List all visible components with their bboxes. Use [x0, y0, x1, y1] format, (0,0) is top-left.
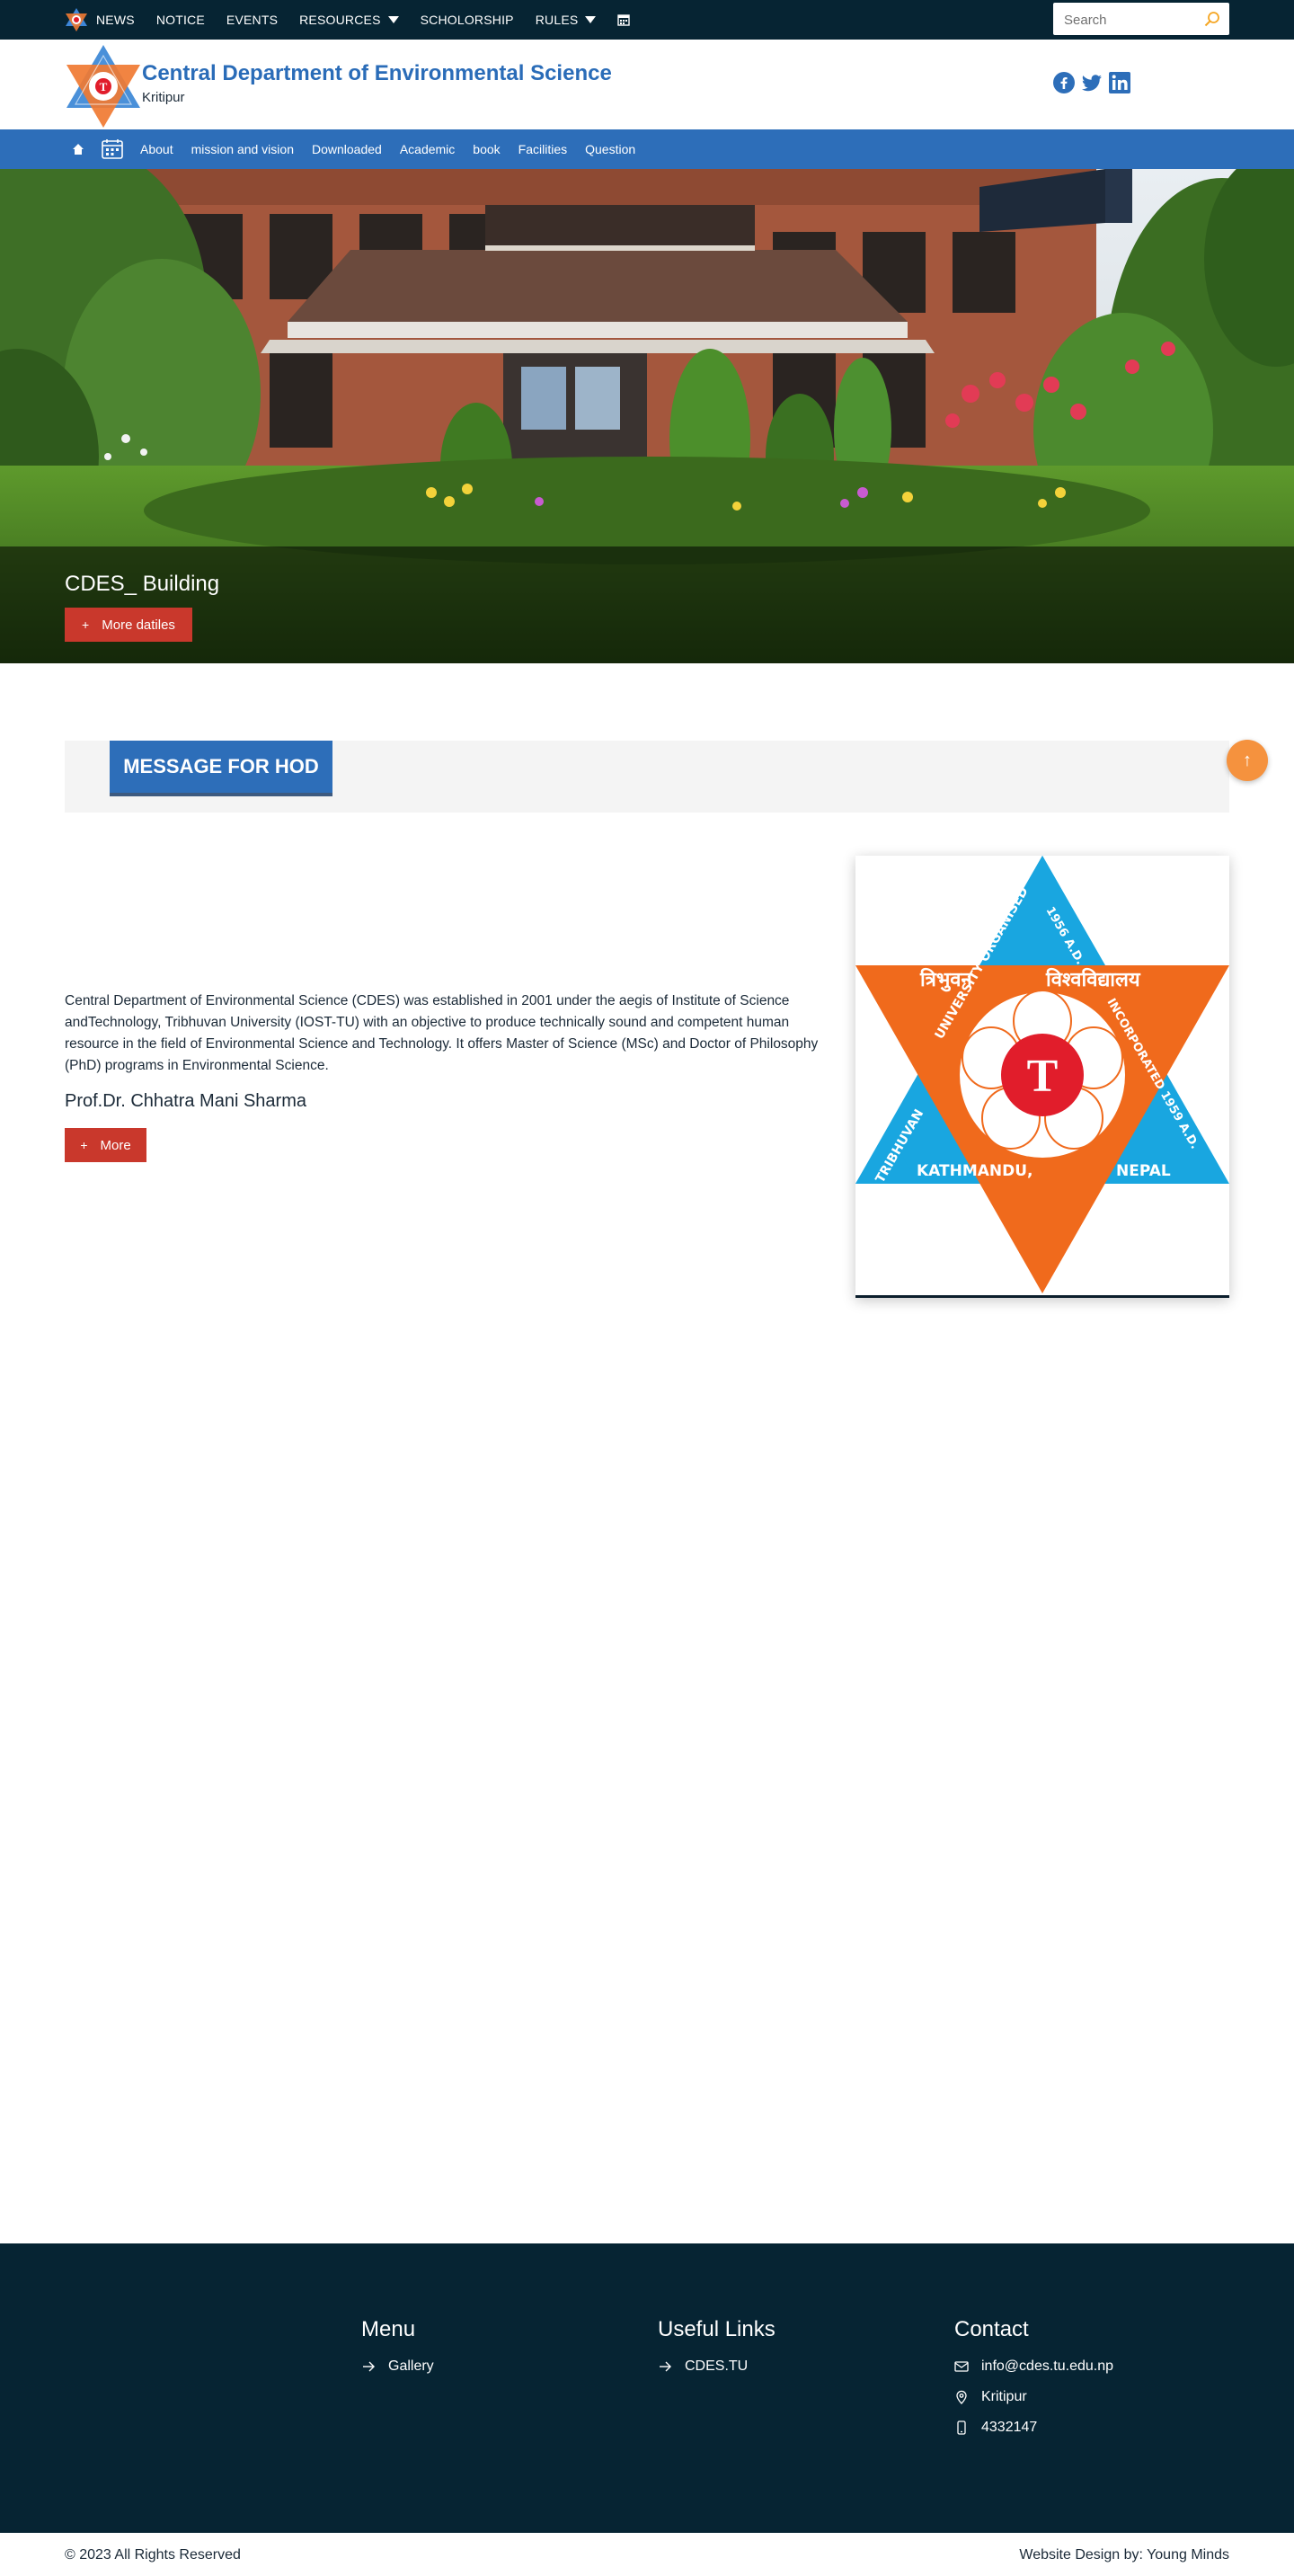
site-title[interactable]: Central Department of Environmental Scie… [142, 61, 612, 86]
main-nav: About mission and vision Downloaded Acad… [0, 129, 1294, 169]
calendar-icon [617, 14, 631, 26]
nav-book[interactable]: book [473, 142, 500, 156]
emblem-text: NEPAL [1116, 1162, 1171, 1180]
section-heading: MESSAGE FOR HOD [110, 741, 332, 796]
top-nav-resources[interactable]: RESOURCES [299, 13, 399, 27]
top-bar: NEWS NOTICE EVENTS RESOURCES SCHOLORSHIP… [0, 0, 1294, 40]
university-logo-icon[interactable] [65, 7, 88, 32]
svg-text:T: T [100, 80, 108, 93]
caret-down-icon [387, 16, 399, 23]
hod-message: Central Department of Environmental Scie… [65, 993, 819, 1073]
emblem-text: KATHMANDU, [917, 1162, 1033, 1180]
contact-email[interactable]: info@cdes.tu.edu.np [954, 2358, 1113, 2375]
arrow-up-icon: ↑ [1243, 750, 1252, 770]
hero-caption-title: CDES_ Building [65, 572, 220, 596]
more-details-label: More datiles [102, 617, 175, 633]
footer-menu: Menu Gallery [361, 2317, 434, 2375]
back-to-top-button[interactable]: ↑ [1227, 740, 1268, 781]
site-footer: Menu Gallery Useful Links CDES.TU Contac… [0, 2243, 1294, 2533]
site-header: T Central Department of Environmental Sc… [0, 40, 1294, 129]
top-nav-rules[interactable]: RULES [536, 13, 597, 27]
university-logo[interactable]: T [65, 43, 142, 129]
contact-phone-text: 4332147 [981, 2420, 1038, 2435]
twitter-icon[interactable] [1081, 72, 1103, 93]
footer-link-cdes-tu[interactable]: CDES.TU [658, 2358, 776, 2375]
facebook-icon[interactable] [1053, 72, 1075, 93]
footer-link-gallery[interactable]: Gallery [361, 2358, 434, 2375]
search-box [1053, 3, 1229, 37]
svg-text:T: T [1027, 1051, 1059, 1102]
hero-slider: CDES_ Building + More datiles [0, 169, 1294, 663]
footer-links-title: Useful Links [658, 2317, 776, 2341]
footer-contact: Contact info@cdes.tu.edu.np Kritipur 433… [954, 2317, 1113, 2436]
top-nav-calendar[interactable] [617, 13, 631, 26]
site-subtitle: Kritipur [142, 90, 185, 105]
home-icon[interactable] [72, 143, 84, 155]
tribhuvan-university-emblem: T त्रिभुवन विश्वविद्यालय UNIVERSITY ORGA… [855, 856, 1229, 1293]
footer-contact-title: Contact [954, 2317, 1029, 2341]
top-nav-scholorship[interactable]: SCHOLORSHIP [421, 13, 514, 27]
bottom-bar: © 2023 All Rights Reserved Website Desig… [0, 2533, 1294, 2576]
nav-downloaded[interactable]: Downloaded [312, 142, 382, 156]
footer-link-label: Gallery [388, 2358, 434, 2374]
top-nav-events[interactable]: EVENTS [226, 13, 278, 27]
search-icon[interactable] [1204, 11, 1220, 27]
university-emblem-card: T त्रिभुवन विश्वविद्यालय UNIVERSITY ORGA… [855, 856, 1229, 1298]
plus-icon: + [82, 617, 90, 632]
top-nav-label: RULES [535, 13, 579, 27]
caret-down-icon [585, 16, 597, 23]
top-nav-label: NEWS [96, 13, 135, 27]
top-nav-label: NOTICE [155, 13, 205, 27]
emblem-text: विश्वविद्यालय [1045, 967, 1141, 991]
footer-menu-title: Menu [361, 2317, 416, 2341]
envelope-icon [954, 2361, 969, 2372]
contact-email-text: info@cdes.tu.edu.np [981, 2358, 1114, 2374]
hod-name: Prof.Dr. Chhatra Mani Sharma [65, 1091, 306, 1111]
nav-mission-and-vision[interactable]: mission and vision [191, 142, 294, 156]
more-button-label: More [100, 1137, 131, 1153]
nav-question[interactable]: Question [585, 142, 635, 156]
top-nav-label: SCHOLORSHIP [420, 13, 514, 27]
social-links [1053, 72, 1137, 93]
hero-caption: CDES_ Building + More datiles [0, 546, 1294, 663]
nav-about[interactable]: About [140, 142, 173, 156]
calendar-icon[interactable] [101, 138, 124, 161]
nav-academic[interactable]: Academic [400, 142, 455, 156]
top-nav-label: RESOURCES [299, 13, 381, 27]
arrow-right-icon [660, 2361, 671, 2372]
phone-icon [957, 2421, 966, 2435]
more-button[interactable]: + More [65, 1128, 146, 1162]
top-nav-news[interactable]: NEWS [96, 13, 135, 27]
footer-link-label: CDES.TU [685, 2358, 749, 2374]
contact-address-text: Kritipur [981, 2389, 1027, 2404]
nav-facilities[interactable]: Facilities [518, 142, 567, 156]
copyright: © 2023 All Rights Reserved [65, 2547, 241, 2563]
linkedin-icon[interactable] [1109, 72, 1130, 93]
top-nav: NEWS NOTICE EVENTS RESOURCES SCHOLORSHIP… [96, 0, 651, 40]
design-credit: Website Design by: Young Minds [1019, 2547, 1229, 2563]
contact-phone[interactable]: 4332147 [954, 2420, 1113, 2436]
more-details-button[interactable]: + More datiles [65, 608, 192, 642]
footer-useful-links: Useful Links CDES.TU [658, 2317, 776, 2375]
arrow-right-icon [363, 2361, 375, 2372]
plus-icon: + [80, 1138, 88, 1152]
top-nav-label: EVENTS [226, 13, 279, 27]
search-input[interactable] [1062, 3, 1201, 37]
top-nav-notice[interactable]: NOTICE [156, 13, 205, 27]
contact-address: Kritipur [954, 2389, 1113, 2405]
location-pin-icon [956, 2390, 967, 2404]
